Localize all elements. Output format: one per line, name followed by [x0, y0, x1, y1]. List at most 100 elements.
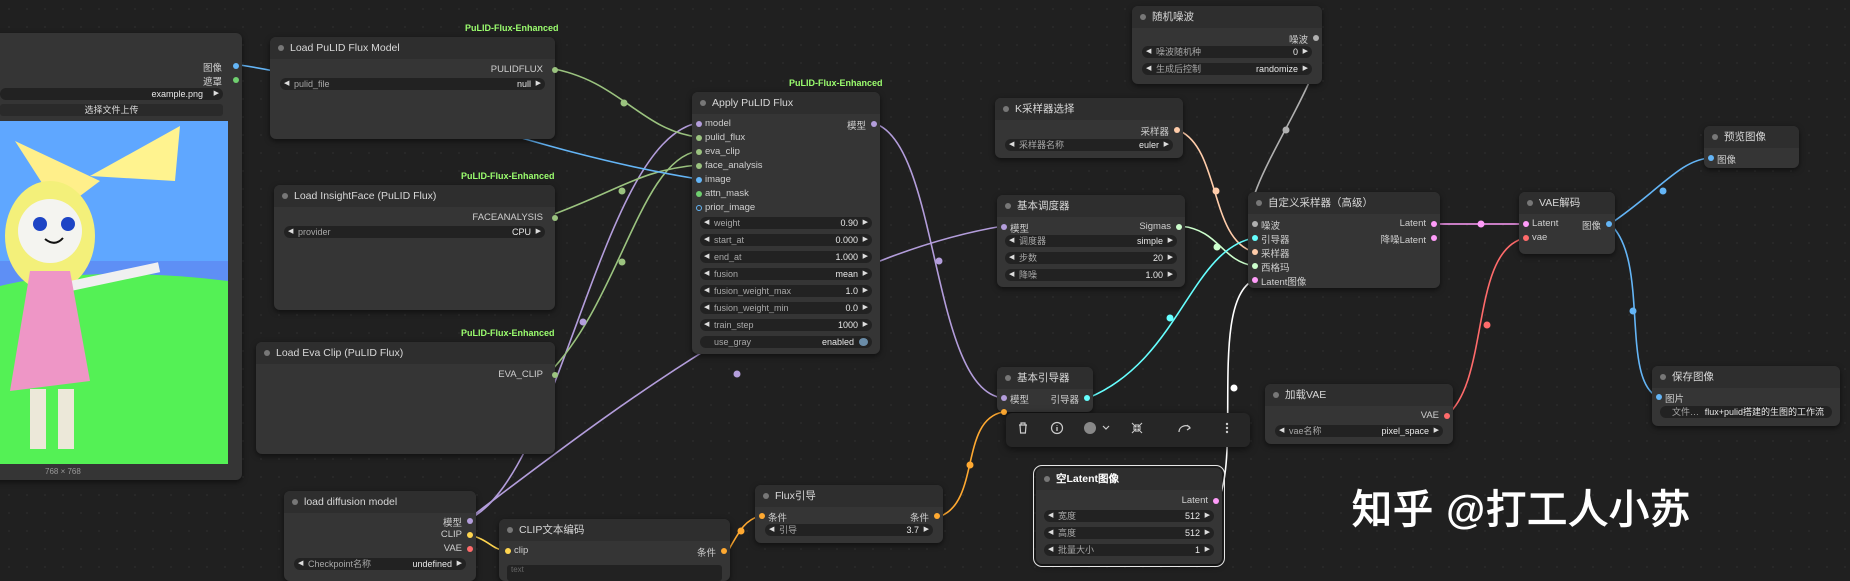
filename-prefix-widget[interactable]: 文件… flux+pulid搭建的生图的工作流 [1660, 406, 1832, 418]
guider-cond-input-port[interactable] [1001, 409, 1007, 415]
vd-vae-input-port[interactable] [1523, 235, 1529, 241]
guider-output-port[interactable] [1084, 395, 1090, 401]
preview-image-input-port[interactable] [1708, 155, 1714, 161]
width-widget[interactable]: ◀ 宽度 512 ▶ [1044, 510, 1214, 522]
ksampler-select-title[interactable]: K采样器选择 [995, 98, 1183, 120]
denoise-widget[interactable]: ◀ 降噪 1.00 ▶ [1005, 269, 1177, 281]
flux-guidance-title[interactable]: Flux引导 [755, 485, 943, 507]
clip-input-port[interactable] [505, 548, 511, 554]
noise-seed-widget[interactable]: ◀ 噪波随机种 0 ▶ [1142, 46, 1312, 58]
fusion-widget[interactable]: ◀ fusion mean ▶ [700, 268, 872, 280]
ksampler-select-node[interactable]: K采样器选择 采样器 ◀ 采样器名称 euler ▶ [995, 98, 1183, 158]
clip-cond-output-port[interactable] [721, 548, 727, 554]
color-icon[interactable] [1076, 413, 1120, 447]
checkpoint-select[interactable]: ◀ Checkpoint名称 undefined ▶ [294, 558, 466, 570]
diffusion-clip-output-port[interactable] [467, 532, 473, 538]
provider-select[interactable]: ◀ provider CPU ▶ [284, 226, 545, 238]
custom-sampler-title[interactable]: 自定义采样器（高级） [1248, 192, 1440, 214]
output-image-port[interactable] [233, 63, 239, 69]
more-icon[interactable] [1212, 413, 1242, 447]
vae-decode-title[interactable]: VAE解码 [1519, 192, 1615, 214]
random-noise-title[interactable]: 随机噪波 [1132, 6, 1322, 28]
sampler-output-port[interactable] [1174, 127, 1180, 133]
load-diffusion-title[interactable]: load diffusion model [284, 491, 476, 513]
prompt-textarea[interactable]: text [507, 565, 722, 581]
load-vae-title[interactable]: 加载VAE [1265, 384, 1453, 406]
input-image-port[interactable] [696, 177, 702, 183]
noise-output-port[interactable] [1313, 35, 1319, 41]
pulid-model-node[interactable]: Load PuLID Flux Model PULIDFLUX ◀ pulid_… [270, 37, 558, 139]
random-noise-node[interactable]: 随机噪波 噪波 ◀ 噪波随机种 0 ▶ ◀ 生成后控制 randomize ▶ [1132, 6, 1322, 84]
vae-output-port[interactable] [1444, 413, 1450, 419]
flux-guidance-node[interactable]: Flux引导 条件 条件 ◀ 引导 3.7 ▶ [755, 485, 943, 543]
sigmas-output-port[interactable] [1176, 224, 1182, 230]
diffusion-model-output-port[interactable] [467, 518, 473, 524]
basic-guider-title[interactable]: 基本引导器 [997, 367, 1093, 389]
flux-cond-output-port[interactable] [934, 513, 940, 519]
cs-denoised-output-port[interactable] [1431, 235, 1437, 241]
evaclip-output-port[interactable] [552, 372, 558, 378]
save-image-input-port[interactable] [1656, 394, 1662, 400]
trash-icon[interactable] [1008, 413, 1038, 447]
steps-widget[interactable]: ◀ 步数 20 ▶ [1005, 252, 1177, 264]
basic-guider-node[interactable]: 基本引导器 模型 条件 引导器 [997, 367, 1093, 415]
fusion-weight-min-widget[interactable]: ◀ fusion_weight_min 0.0 ▶ [700, 302, 872, 314]
input-faceanalysis-port[interactable] [696, 163, 702, 169]
input-attnmask-port[interactable] [696, 191, 702, 197]
empty-latent-node[interactable]: 空Latent图像 Latent ◀ 宽度 512 ▶ ◀ 高度 512 ▶ ◀… [1033, 465, 1225, 567]
scheduler-model-input-port[interactable] [1001, 224, 1007, 230]
cs-sigmas-input-port[interactable] [1252, 263, 1258, 269]
input-model-port[interactable] [696, 121, 702, 127]
apply-model-output-port[interactable] [871, 121, 877, 127]
evaclip-node[interactable]: Load Eva Clip (PuLID Flux) EVA_CLIP [256, 342, 558, 454]
fusion-weight-max-widget[interactable]: ◀ fusion_weight_max 1.0 ▶ [700, 285, 872, 297]
insightface-title[interactable]: Load InsightFace (PuLID Flux) [274, 185, 555, 207]
input-pulidflux-port[interactable] [696, 135, 702, 141]
vd-image-output-port[interactable] [1606, 221, 1612, 227]
custom-sampler-node[interactable]: 自定义采样器（高级） 噪波 引导器 采样器 西格玛 Latent图像 Laten… [1248, 192, 1440, 288]
sampler-name-select[interactable]: ◀ 采样器名称 euler ▶ [1005, 139, 1173, 151]
flux-cond-input-port[interactable] [759, 513, 765, 519]
collapse-icon[interactable] [1122, 413, 1152, 447]
vae-name-select[interactable]: ◀ vae名称 pixel_space ▶ [1275, 425, 1443, 437]
pulid-model-title[interactable]: Load PuLID Flux Model [270, 37, 555, 59]
start-at-widget[interactable]: ◀ start_at 0.000 ▶ [700, 234, 872, 246]
guidance-widget[interactable]: ◀ 引导 3.7 ▶ [765, 524, 933, 536]
cs-latent-input-port[interactable] [1252, 277, 1258, 283]
faceanalysis-output-port[interactable] [552, 215, 558, 221]
batch-size-widget[interactable]: ◀ 批量大小 1 ▶ [1044, 544, 1214, 556]
image-file-select[interactable]: example.png ▶ [0, 88, 223, 100]
basic-scheduler-node[interactable]: 基本调度器 模型 Sigmas ◀ 调度器 simple ▶ ◀ 步数 20 ▶… [997, 195, 1185, 287]
latent-output-port[interactable] [1213, 498, 1219, 504]
save-image-title[interactable]: 保存图像 [1652, 366, 1840, 388]
cs-guider-input-port[interactable] [1252, 235, 1258, 241]
info-icon[interactable] [1042, 413, 1072, 447]
cs-latent-output-port[interactable] [1431, 221, 1437, 227]
basic-scheduler-title[interactable]: 基本调度器 [997, 195, 1185, 217]
cs-noise-input-port[interactable] [1252, 221, 1258, 227]
scheduler-widget[interactable]: ◀ 调度器 simple ▶ [1005, 235, 1177, 247]
clip-encode-title[interactable]: CLIP文本编码 [499, 519, 730, 541]
evaclip-title[interactable]: Load Eva Clip (PuLID Flux) [256, 342, 555, 364]
upload-file-button[interactable]: 选择文件上传 [0, 104, 223, 116]
vae-decode-node[interactable]: VAE解码 Latent vae 图像 [1519, 192, 1615, 254]
vd-latent-input-port[interactable] [1523, 221, 1529, 227]
save-image-node[interactable]: 保存图像 图片 文件… flux+pulid搭建的生图的工作流 [1652, 366, 1840, 426]
input-evaclip-port[interactable] [696, 149, 702, 155]
diffusion-vae-output-port[interactable] [467, 546, 473, 552]
preview-image-title[interactable]: 预览图像 [1704, 126, 1799, 148]
input-priorimage-port[interactable] [696, 205, 702, 211]
output-mask-port[interactable] [233, 77, 239, 83]
clip-encode-node[interactable]: CLIP文本编码 clip 条件 text [499, 519, 730, 581]
apply-pulid-node[interactable]: Apply PuLID Flux 模型 model pulid_flux eva… [692, 92, 880, 354]
load-diffusion-node[interactable]: load diffusion model 模型 CLIP VAE ◀ Check… [284, 491, 476, 581]
load-image-node[interactable]: 图像 遮罩 example.png ▶ 选择文件上传 768 × 768 [0, 33, 242, 480]
empty-latent-title[interactable]: 空Latent图像 [1036, 468, 1222, 490]
insightface-node[interactable]: Load InsightFace (PuLID Flux) FACEANALYS… [274, 185, 558, 310]
use-gray-toggle[interactable]: use_gray enabled [700, 336, 872, 348]
apply-pulid-title[interactable]: Apply PuLID Flux [692, 92, 880, 114]
pulidflux-output-port[interactable] [552, 67, 558, 73]
control-after-generate-widget[interactable]: ◀ 生成后控制 randomize ▶ [1142, 63, 1312, 75]
preview-image-node[interactable]: 预览图像 图像 [1704, 126, 1799, 168]
weight-widget[interactable]: ◀ weight 0.90 ▶ [700, 217, 872, 229]
